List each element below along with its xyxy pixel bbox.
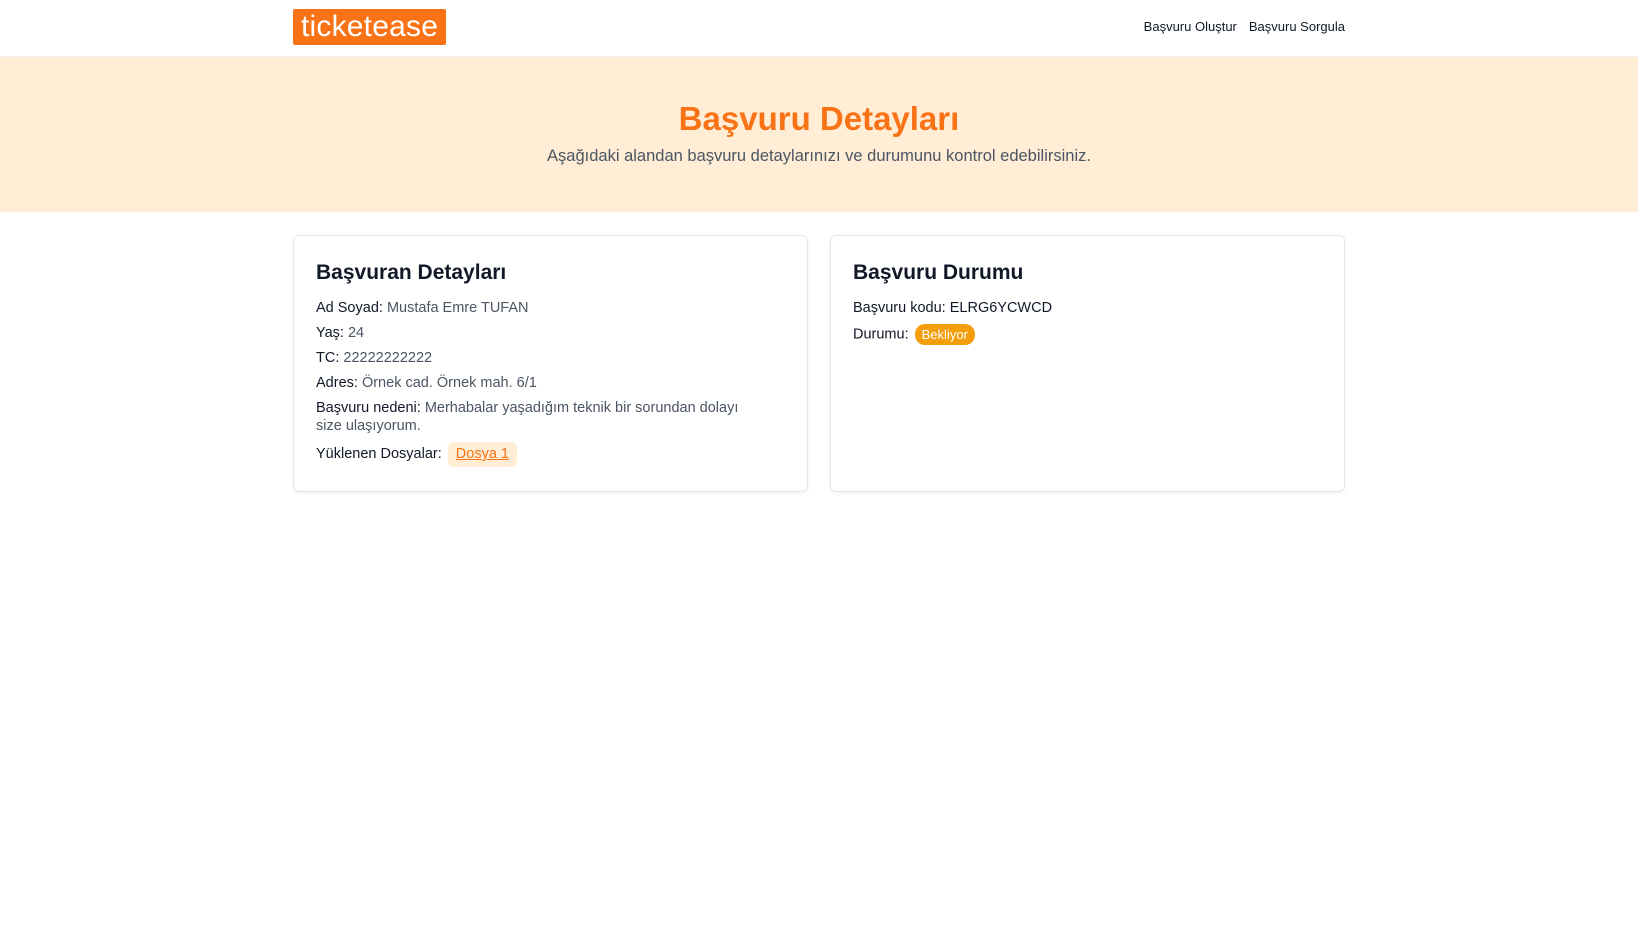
field-label: Yaş: [316, 325, 344, 341]
field-label: Başvuru kodu: [853, 300, 946, 316]
top-navbar: ticketease Başvuru Oluştur Başvuru Sorgu… [0, 0, 1638, 57]
field-label: Adres: [316, 375, 358, 391]
hero-banner: Başvuru Detayları Aşağıdaki alandan başv… [0, 57, 1638, 212]
application-status-heading: Başvuru Durumu [853, 261, 1024, 284]
field-label: Yüklenen Dosyalar: [316, 446, 442, 462]
main-nav: Başvuru Oluştur Başvuru Sorgula [1144, 19, 1345, 34]
field-value: ELRG6YCWCD [949, 300, 1053, 316]
field-label: Durumu: [853, 326, 909, 343]
field-application-reason: Başvuru nedeni: Merhabalar yaşadığım tek… [316, 399, 766, 435]
applicant-details-card: Başvuran Detayları Ad Soyad: Mustafa Emr… [293, 235, 808, 492]
field-value: 24 [347, 325, 365, 341]
applicant-details-heading: Başvuran Detayları [316, 261, 507, 284]
status-badge: Bekliyor [914, 324, 975, 345]
field-status: Durumu: Bekliyor [853, 324, 1322, 345]
logo[interactable]: ticketease [293, 8, 447, 45]
field-value: 22222222222 [343, 350, 433, 366]
field-label: TC: [316, 350, 340, 366]
field-tc: TC: 22222222222 [316, 349, 785, 367]
field-full-name: Ad Soyad: Mustafa Emre TUFAN [316, 299, 785, 317]
field-label: Başvuru nedeni: [316, 400, 421, 416]
field-uploaded-files: Yüklenen Dosyalar: Dosya 1 [316, 442, 785, 467]
file-link[interactable]: Dosya 1 [447, 442, 517, 467]
field-age: Yaş: 24 [316, 324, 785, 342]
page-subtitle: Aşağıdaki alandan başvuru detaylarınızı … [547, 147, 1091, 165]
field-address: Adres: Örnek cad. Örnek mah. 6/1 [316, 374, 785, 392]
nav-link-query-application[interactable]: Başvuru Sorgula [1249, 19, 1345, 34]
field-application-code: Başvuru kodu: ELRG6YCWCD [853, 299, 1322, 317]
field-value: Örnek cad. Örnek mah. 6/1 [361, 375, 537, 391]
field-value: Mustafa Emre TUFAN [386, 300, 529, 316]
application-status-card: Başvuru Durumu Başvuru kodu: ELRG6YCWCD … [830, 235, 1345, 492]
nav-link-create-application[interactable]: Başvuru Oluştur [1144, 19, 1237, 34]
details-cards: Başvuran Detayları Ad Soyad: Mustafa Emr… [293, 235, 1345, 492]
page-title: Başvuru Detayları [678, 100, 960, 137]
field-label: Ad Soyad: [316, 300, 383, 316]
